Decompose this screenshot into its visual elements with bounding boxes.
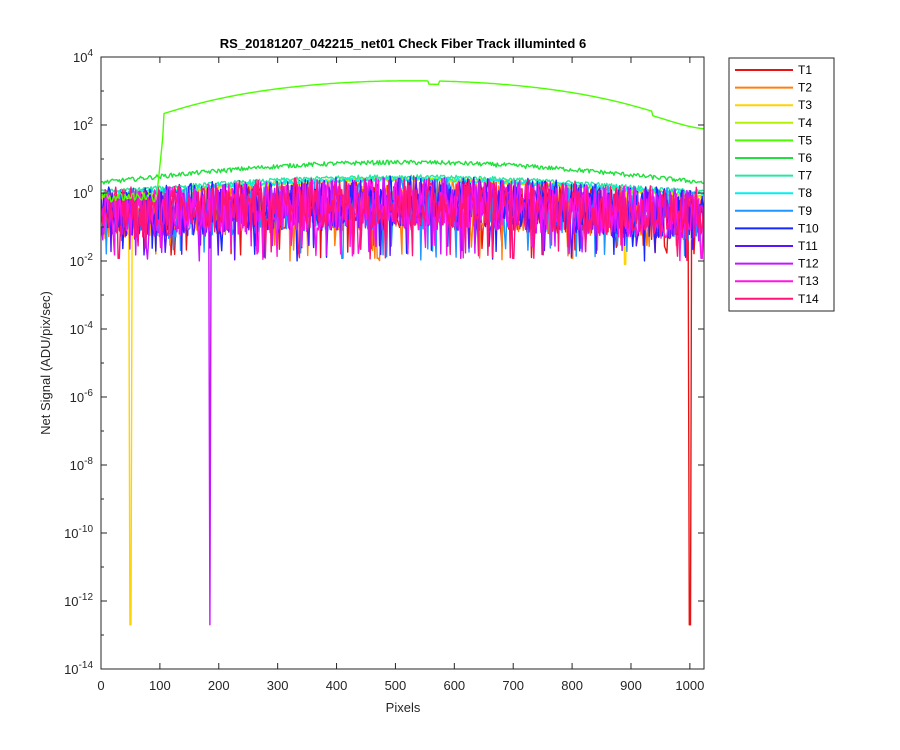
legend-entry-t8: T8: [798, 186, 812, 200]
y-tick-label: 10-10: [64, 524, 93, 541]
x-tick-label: 800: [561, 678, 583, 693]
legend-entry-t1: T1: [798, 63, 812, 77]
x-tick-label: 0: [97, 678, 104, 693]
x-tick-label: 200: [208, 678, 230, 693]
legend-entry-t12: T12: [798, 257, 819, 271]
y-tick-label: 10-8: [70, 456, 94, 473]
x-tick-label: 900: [620, 678, 642, 693]
y-tick-label: 10-6: [70, 388, 94, 405]
y-tick-label: 100: [73, 184, 93, 201]
y-axis-label: Net Signal (ADU/pix/sec): [38, 291, 53, 435]
legend-entry-t6: T6: [798, 151, 812, 165]
x-tick-label: 400: [326, 678, 348, 693]
x-tick-label: 700: [502, 678, 524, 693]
x-tick-label: 300: [267, 678, 289, 693]
chart-title: RS_20181207_042215_net01 Check Fiber Tra…: [220, 36, 586, 51]
y-tick-label: 10-4: [70, 320, 94, 337]
legend-entry-t7: T7: [798, 169, 812, 183]
y-tick-label: 104: [73, 48, 93, 65]
legend: T1 T2 T3 T4 T5 T6 T7 T8 T9 T10 T11 T12 T13 T14: [728, 57, 835, 312]
x-tick-label: 1000: [675, 678, 704, 693]
legend-entry-t11: T11: [798, 239, 818, 253]
plot-area: [101, 57, 704, 669]
x-tick-label: 600: [443, 678, 465, 693]
x-tick-label: 500: [385, 678, 407, 693]
y-tick-label: 102: [73, 116, 93, 133]
legend-entry-t4: T4: [798, 116, 812, 130]
y-tick-label: 10-14: [64, 660, 93, 677]
legend-entry-t3: T3: [798, 98, 812, 112]
x-tick-label: 100: [149, 678, 171, 693]
legend-entry-t14: T14: [798, 292, 819, 306]
legend-box: [728, 57, 835, 312]
y-tick-label: 10-12: [64, 592, 93, 609]
x-axis-label: Pixels: [386, 700, 421, 715]
legend-entry-t10: T10: [798, 221, 819, 235]
y-tick-label: 10-2: [70, 252, 94, 269]
legend-entry-t5: T5: [798, 133, 812, 147]
legend-entry-t2: T2: [798, 81, 812, 95]
legend-entry-t9: T9: [798, 204, 812, 218]
chart-canvas: RS_20181207_042215_net01 Check Fiber Tra…: [38, 36, 835, 715]
legend-entry-t13: T13: [798, 274, 819, 288]
